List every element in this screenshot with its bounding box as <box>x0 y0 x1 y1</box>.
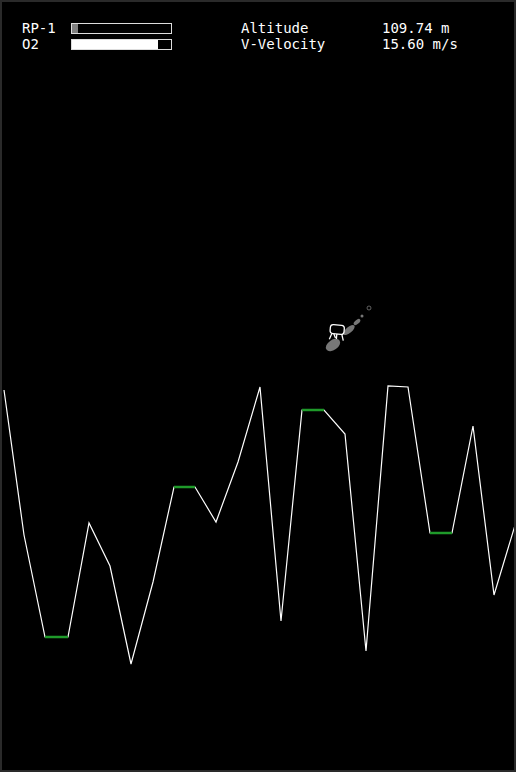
exhaust <box>324 306 371 354</box>
gauge-row: RP-1 <box>22 20 241 36</box>
game-canvas <box>2 2 516 772</box>
gauge-row: O2 <box>22 36 241 52</box>
readout-value: 109.74 m <box>382 20 458 36</box>
landing-pad <box>45 636 68 639</box>
readouts: Altitude109.74 mV-Velocity15.60 m/s <box>241 20 458 52</box>
readout-value: 15.60 m/s <box>382 36 458 52</box>
game-screen: RP-1O2Altitude109.74 mV-Velocity15.60 m/… <box>0 0 516 772</box>
lander <box>329 324 344 340</box>
landing-pad <box>302 409 324 412</box>
landing-pad <box>174 486 195 489</box>
readout-label: Altitude <box>241 20 382 36</box>
gauge-track <box>71 23 172 34</box>
gauge-fill <box>72 40 158 49</box>
gauge-label: RP-1 <box>22 20 71 36</box>
readout-label: V-Velocity <box>241 36 382 52</box>
gauge-fill <box>72 24 78 33</box>
gauge-track <box>71 39 172 50</box>
terrain <box>4 386 516 664</box>
landing-pad <box>430 532 452 535</box>
fuel-gauges: RP-1O2 <box>22 20 241 52</box>
hud: RP-1O2Altitude109.74 mV-Velocity15.60 m/… <box>2 2 514 52</box>
gauge-label: O2 <box>22 36 71 52</box>
